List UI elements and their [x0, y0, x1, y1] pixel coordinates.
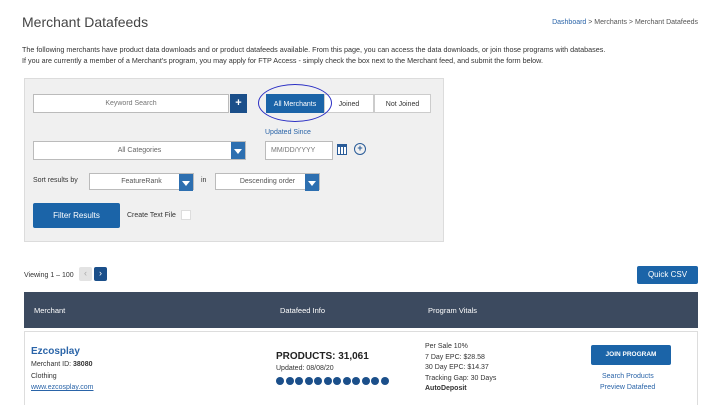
datafeed-updated: Updated: 08/08/20 — [276, 365, 334, 372]
program-vitals: Per Sale 10% 7 Day EPC: $28.58 30 Day EP… — [425, 342, 496, 395]
merchant-name-link[interactable]: Ezcosplay — [31, 346, 80, 357]
preview-datafeed-link[interactable]: Preview Datafeed — [600, 384, 655, 391]
intro-text: The following merchants have product dat… — [22, 44, 702, 66]
table-header: Merchant Datafeed Info Program Vitals — [24, 292, 698, 328]
rating-dot — [342, 377, 351, 385]
rating-dot — [285, 377, 294, 385]
merchant-category: Clothing — [31, 373, 57, 380]
membership-filter: All Merchants Joined Not Joined — [266, 94, 431, 113]
keyword-search-group: + — [33, 94, 247, 113]
all-merchants-button[interactable]: All Merchants — [266, 94, 324, 113]
sort-order-value: Descending order — [239, 178, 296, 185]
sort-by-select[interactable]: FeatureRank — [89, 173, 194, 191]
keyword-add-button[interactable]: + — [230, 94, 247, 113]
filter-results-button[interactable]: Filter Results — [33, 203, 120, 228]
keyword-search-input[interactable] — [33, 94, 229, 113]
table-row: Ezcosplay Merchant ID: 38080 Clothing ww… — [24, 331, 698, 405]
updated-since-date-input[interactable] — [265, 141, 333, 160]
quick-csv-button[interactable]: Quick CSV — [637, 266, 698, 284]
vital-30day-epc: 30 Day EPC: $14.37 — [425, 364, 489, 371]
search-products-link[interactable]: Search Products — [602, 373, 654, 380]
rating-dot — [361, 377, 370, 385]
vital-auto-deposit: AutoDeposit — [425, 385, 467, 392]
merchant-id: Merchant ID: 38080 — [31, 361, 92, 368]
sort-by-value: FeatureRank — [121, 178, 162, 185]
rating-dot — [371, 377, 379, 385]
filter-panel: + All Merchants Joined Not Joined Update… — [24, 78, 444, 242]
vitals-column-header: Program Vitals — [428, 306, 478, 315]
category-select[interactable]: All Categories — [33, 141, 246, 160]
rating-dot — [323, 377, 332, 385]
datafeed-column-header: Datafeed Info — [280, 306, 326, 315]
breadcrumb-dashboard-link[interactable]: Dashboard — [552, 19, 586, 26]
merchant-id-label: Merchant ID: — [31, 361, 74, 368]
in-label: in — [201, 177, 207, 184]
add-circle-icon[interactable]: + — [354, 143, 366, 155]
next-page-button[interactable]: › — [94, 267, 107, 281]
intro-line-2: If you are currently a member of a Merch… — [22, 56, 543, 65]
rating-dot — [304, 377, 313, 385]
chevron-down-icon — [231, 142, 245, 159]
sort-label: Sort results by — [33, 177, 78, 184]
vital-per-sale: Per Sale 10% — [425, 343, 468, 350]
category-select-value: All Categories — [117, 147, 162, 154]
rating-dots — [276, 377, 389, 385]
create-text-file-label: Create Text File — [127, 212, 176, 219]
rating-dot — [333, 377, 341, 385]
create-text-file-checkbox[interactable] — [181, 210, 191, 220]
rating-dot — [380, 377, 389, 385]
page-title: Merchant Datafeeds — [22, 14, 149, 30]
rating-dot — [314, 377, 322, 385]
previous-page-button[interactable]: ‹ — [79, 267, 92, 281]
sort-order-select[interactable]: Descending order — [215, 173, 320, 191]
rating-dot — [276, 377, 284, 385]
breadcrumb: Dashboard > Merchants > Merchant Datafee… — [552, 19, 698, 26]
calendar-icon[interactable] — [337, 144, 347, 155]
merchant-column-header: Merchant — [34, 306, 66, 315]
join-program-button[interactable]: JOIN PROGRAM — [591, 345, 671, 365]
merchant-url-link[interactable]: www.ezcosplay.com — [31, 384, 94, 391]
rating-dot — [352, 377, 360, 385]
viewing-range: Viewing 1 – 100 — [24, 272, 74, 279]
not-joined-button[interactable]: Not Joined — [374, 94, 431, 113]
vital-7day-epc: 7 Day EPC: $28.58 — [425, 353, 485, 361]
chevron-down-icon — [305, 174, 319, 191]
products-count: PRODUCTS: 31,061 — [276, 351, 369, 362]
updated-since-label: Updated Since — [265, 129, 311, 136]
merchant-id-value: 38080 — [73, 361, 93, 368]
rating-dot — [295, 377, 303, 385]
intro-line-1: The following merchants have product dat… — [22, 45, 606, 54]
chevron-down-icon — [179, 174, 193, 191]
joined-button[interactable]: Joined — [324, 94, 374, 113]
breadcrumb-trail: > Merchants > Merchant Datafeeds — [586, 19, 698, 26]
vital-tracking-gap: Tracking Gap: 30 Days — [425, 374, 497, 382]
